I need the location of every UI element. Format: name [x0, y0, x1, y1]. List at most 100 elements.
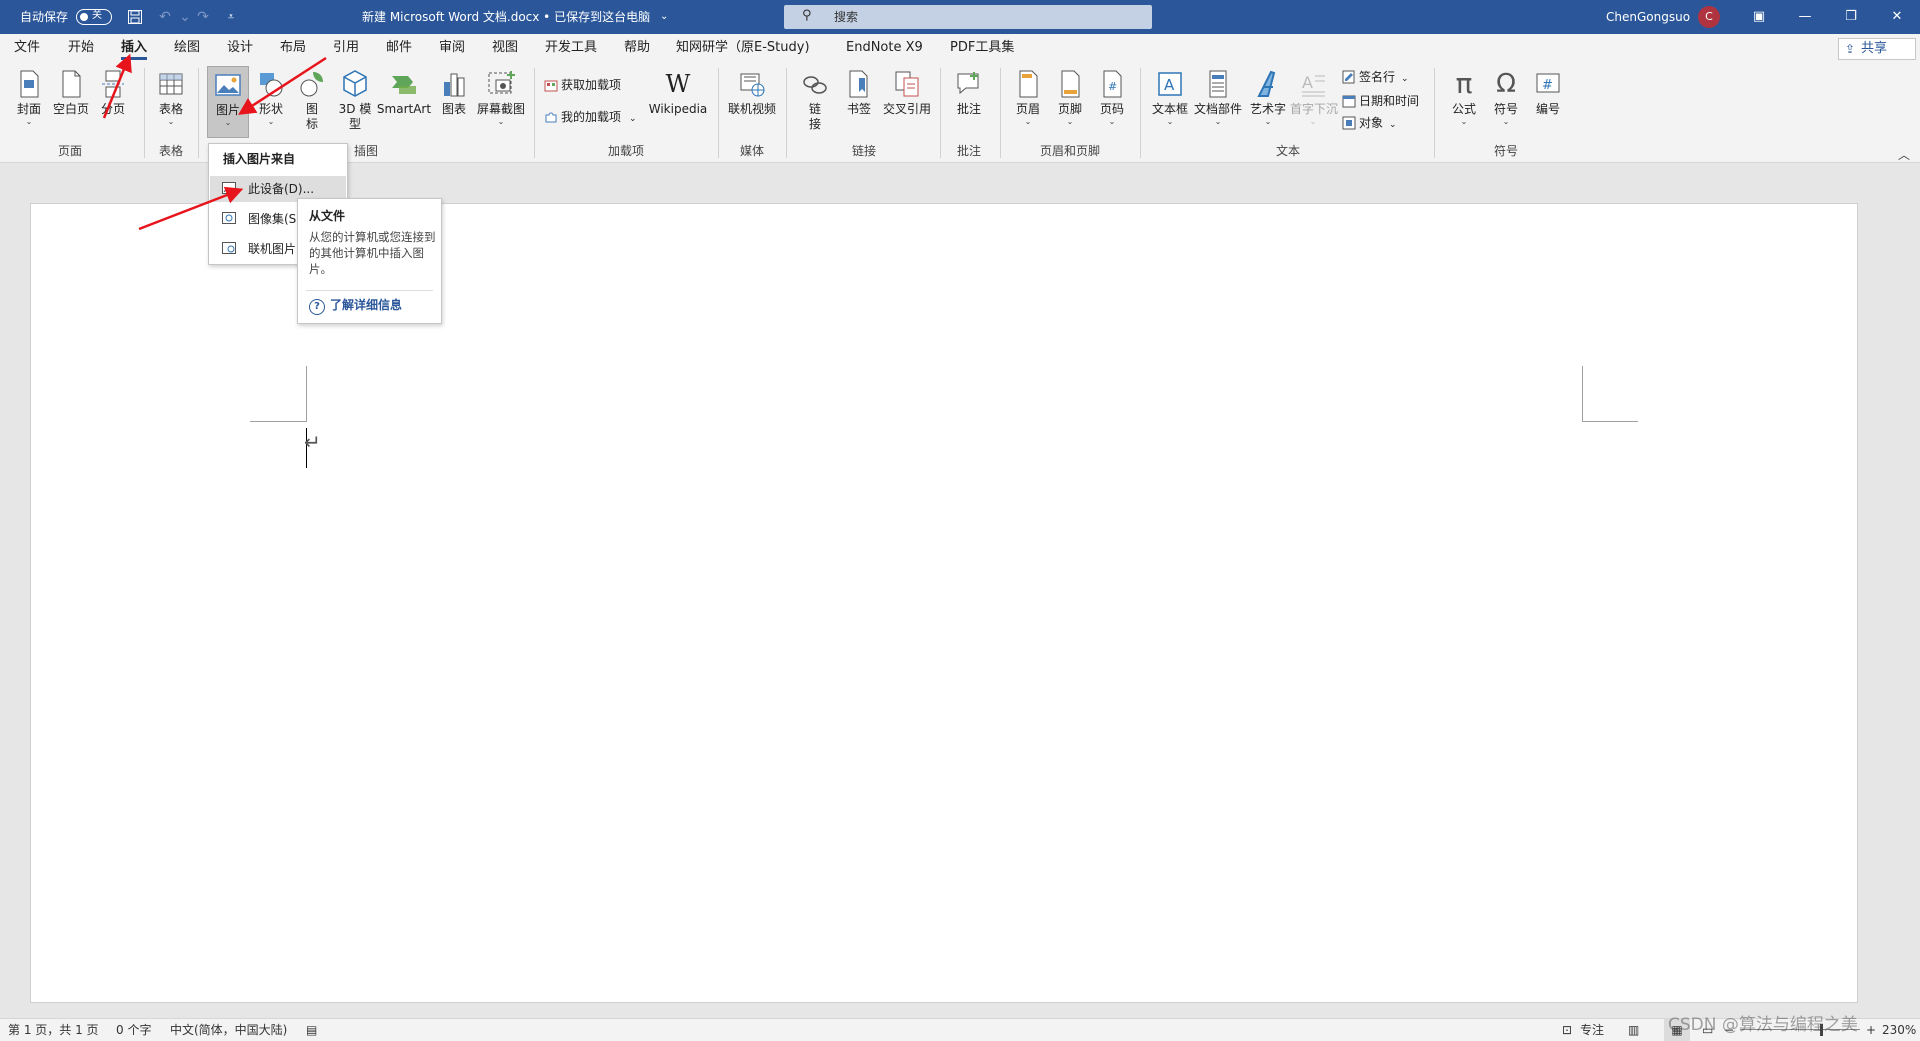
customize-quick-access-icon[interactable]: ⩡: [222, 8, 240, 26]
icons-button[interactable]: 图 标: [294, 68, 330, 132]
number-button[interactable]: # 编号: [1528, 68, 1568, 117]
accessibility-icon[interactable]: ▤: [306, 1019, 317, 1041]
table-button[interactable]: 表格 ⌄: [150, 68, 192, 126]
tab-mailings[interactable]: 邮件: [386, 34, 412, 62]
restore-icon[interactable]: ❐: [1828, 0, 1874, 34]
drop-cap-button[interactable]: A 首字下沉 ⌄: [1290, 68, 1338, 126]
smartart-button[interactable]: SmartArt: [376, 68, 432, 117]
pi-icon: π: [1455, 67, 1473, 100]
tab-review[interactable]: 审阅: [439, 34, 465, 62]
chevron-down-icon: ⌄: [267, 117, 275, 126]
stock-images-icon: [222, 212, 236, 224]
minimize-icon[interactable]: —: [1782, 0, 1828, 34]
object-button[interactable]: 对象 ⌄: [1342, 112, 1397, 134]
tab-endnote[interactable]: EndNote X9: [846, 34, 923, 62]
date-time-button[interactable]: 日期和时间: [1342, 90, 1419, 112]
group-divider: [786, 68, 787, 158]
chart-button[interactable]: 图表: [434, 68, 474, 117]
autosave-toggle[interactable]: 关: [76, 9, 112, 25]
word-count[interactable]: 0 个字: [116, 1019, 151, 1041]
text-box-button[interactable]: A 文本框 ⌄: [1148, 68, 1192, 126]
pictures-button[interactable]: 图片 ⌄: [207, 66, 249, 138]
online-pictures-icon: [222, 242, 236, 254]
get-addins-button[interactable]: 获取加载项: [544, 74, 621, 96]
tab-references[interactable]: 引用: [333, 34, 359, 62]
table-icon: [159, 73, 183, 95]
document-title[interactable]: 新建 Microsoft Word 文档.docx • 已保存到这台电脑: [362, 0, 650, 34]
chevron-down-icon: ⌄: [224, 118, 232, 127]
tab-cnki[interactable]: 知网研学（原E-Study): [676, 34, 810, 62]
tab-draw[interactable]: 绘图: [174, 34, 200, 62]
undo-icon[interactable]: ↶: [156, 8, 174, 26]
my-addins-button[interactable]: 我的加载项 ⌄: [544, 106, 637, 128]
cover-page-button[interactable]: 封面 ⌄: [8, 68, 50, 126]
svg-text:#: #: [1542, 78, 1553, 93]
title-chevron-down-icon[interactable]: ⌄: [660, 0, 668, 34]
group-divider: [718, 68, 719, 158]
tab-insert[interactable]: 插入: [121, 34, 148, 62]
3d-models-button[interactable]: 3D 模 型: [334, 68, 376, 132]
page-number-button[interactable]: # 页码 ⌄: [1092, 68, 1132, 126]
redo-icon[interactable]: ↷: [194, 8, 212, 26]
tab-developer[interactable]: 开发工具: [545, 34, 597, 62]
cover-page-icon: [20, 70, 39, 98]
group-divider: [198, 68, 199, 158]
ribbon-display-options-icon[interactable]: ▣: [1736, 0, 1782, 34]
link-label-line2: 接: [808, 117, 821, 131]
chevron-down-icon: ⌄: [167, 117, 175, 126]
bookmark-button[interactable]: 书签: [840, 68, 878, 117]
3d-models-label-line1: 3D 模: [338, 102, 372, 116]
icons-label-line1: 图: [305, 102, 318, 116]
link-button[interactable]: 链 接: [796, 68, 834, 132]
user-name[interactable]: ChenGongsuo: [1606, 0, 1690, 34]
collapse-ribbon-icon[interactable]: ︿: [1898, 146, 1910, 163]
shapes-button[interactable]: 形状 ⌄: [250, 68, 292, 126]
focus-mode-label[interactable]: 专注: [1580, 1019, 1604, 1041]
search-icon: ⚲: [802, 8, 812, 23]
chevron-down-icon: ⌄: [25, 117, 33, 126]
bar-chart-icon: [444, 73, 465, 97]
equation-button[interactable]: π 公式 ⌄: [1444, 67, 1484, 127]
page-count[interactable]: 第 1 页，共 1 页: [8, 1019, 99, 1041]
language-indicator[interactable]: 中文(简体，中国大陆): [170, 1019, 287, 1041]
tab-design[interactable]: 设计: [227, 34, 253, 62]
title-bar: 自动保存 关 ↶ ⌄ ↷ ⩡ 新建 Microsoft Word 文档.docx…: [0, 0, 1920, 34]
tab-help[interactable]: 帮助: [624, 34, 650, 62]
wordart-button[interactable]: 艺术字 ⌄: [1246, 68, 1290, 126]
3d-models-label-line2: 型: [348, 117, 361, 131]
undo-dropdown-icon[interactable]: ⌄: [176, 8, 194, 26]
blank-page-button[interactable]: 空白页: [50, 68, 92, 117]
cross-reference-button[interactable]: 交叉引用: [880, 68, 934, 117]
page-break-button[interactable]: 分页: [92, 68, 134, 117]
tab-pdf-tools[interactable]: PDF工具集: [950, 34, 1014, 62]
search-box[interactable]: ⚲ 搜索: [784, 5, 1152, 29]
avatar[interactable]: C: [1698, 6, 1720, 28]
tab-view[interactable]: 视图: [492, 34, 518, 62]
zoom-in-icon[interactable]: +: [1866, 1019, 1876, 1041]
online-video-button[interactable]: 联机视频: [726, 68, 778, 117]
signature-line-button[interactable]: 签名行 ⌄: [1342, 66, 1409, 88]
footer-button[interactable]: 页脚 ⌄: [1050, 68, 1090, 126]
learn-more-link[interactable]: ? 了解详细信息: [309, 296, 402, 315]
header-button[interactable]: 页眉 ⌄: [1008, 68, 1048, 126]
share-button[interactable]: ⇪ 共享: [1838, 38, 1916, 60]
focus-mode-icon[interactable]: ⊡: [1562, 1019, 1572, 1041]
chevron-down-icon: ⌄: [1401, 74, 1409, 84]
save-icon[interactable]: [126, 8, 144, 26]
smartart-label: SmartArt: [376, 102, 432, 116]
quick-parts-button[interactable]: 文档部件 ⌄: [1194, 68, 1242, 126]
read-mode-icon[interactable]: ▥: [1628, 1019, 1639, 1041]
zoom-level[interactable]: 230%: [1882, 1019, 1916, 1041]
wikipedia-button[interactable]: W Wikipedia: [646, 68, 710, 117]
tab-layout[interactable]: 布局: [280, 34, 306, 62]
tooltip-title: 从文件: [309, 209, 346, 223]
screenshot-button[interactable]: 屏幕截图 ⌄: [474, 68, 528, 126]
signature-icon: [1342, 70, 1355, 84]
close-icon[interactable]: ✕: [1874, 0, 1920, 34]
tab-home[interactable]: 开始: [68, 34, 94, 62]
number-label: 编号: [1535, 102, 1560, 116]
symbol-button[interactable]: Ω 符号 ⌄: [1486, 68, 1526, 126]
icons-icon: [300, 72, 323, 97]
tab-file[interactable]: 文件: [14, 34, 40, 62]
comment-button[interactable]: 批注: [948, 68, 990, 117]
